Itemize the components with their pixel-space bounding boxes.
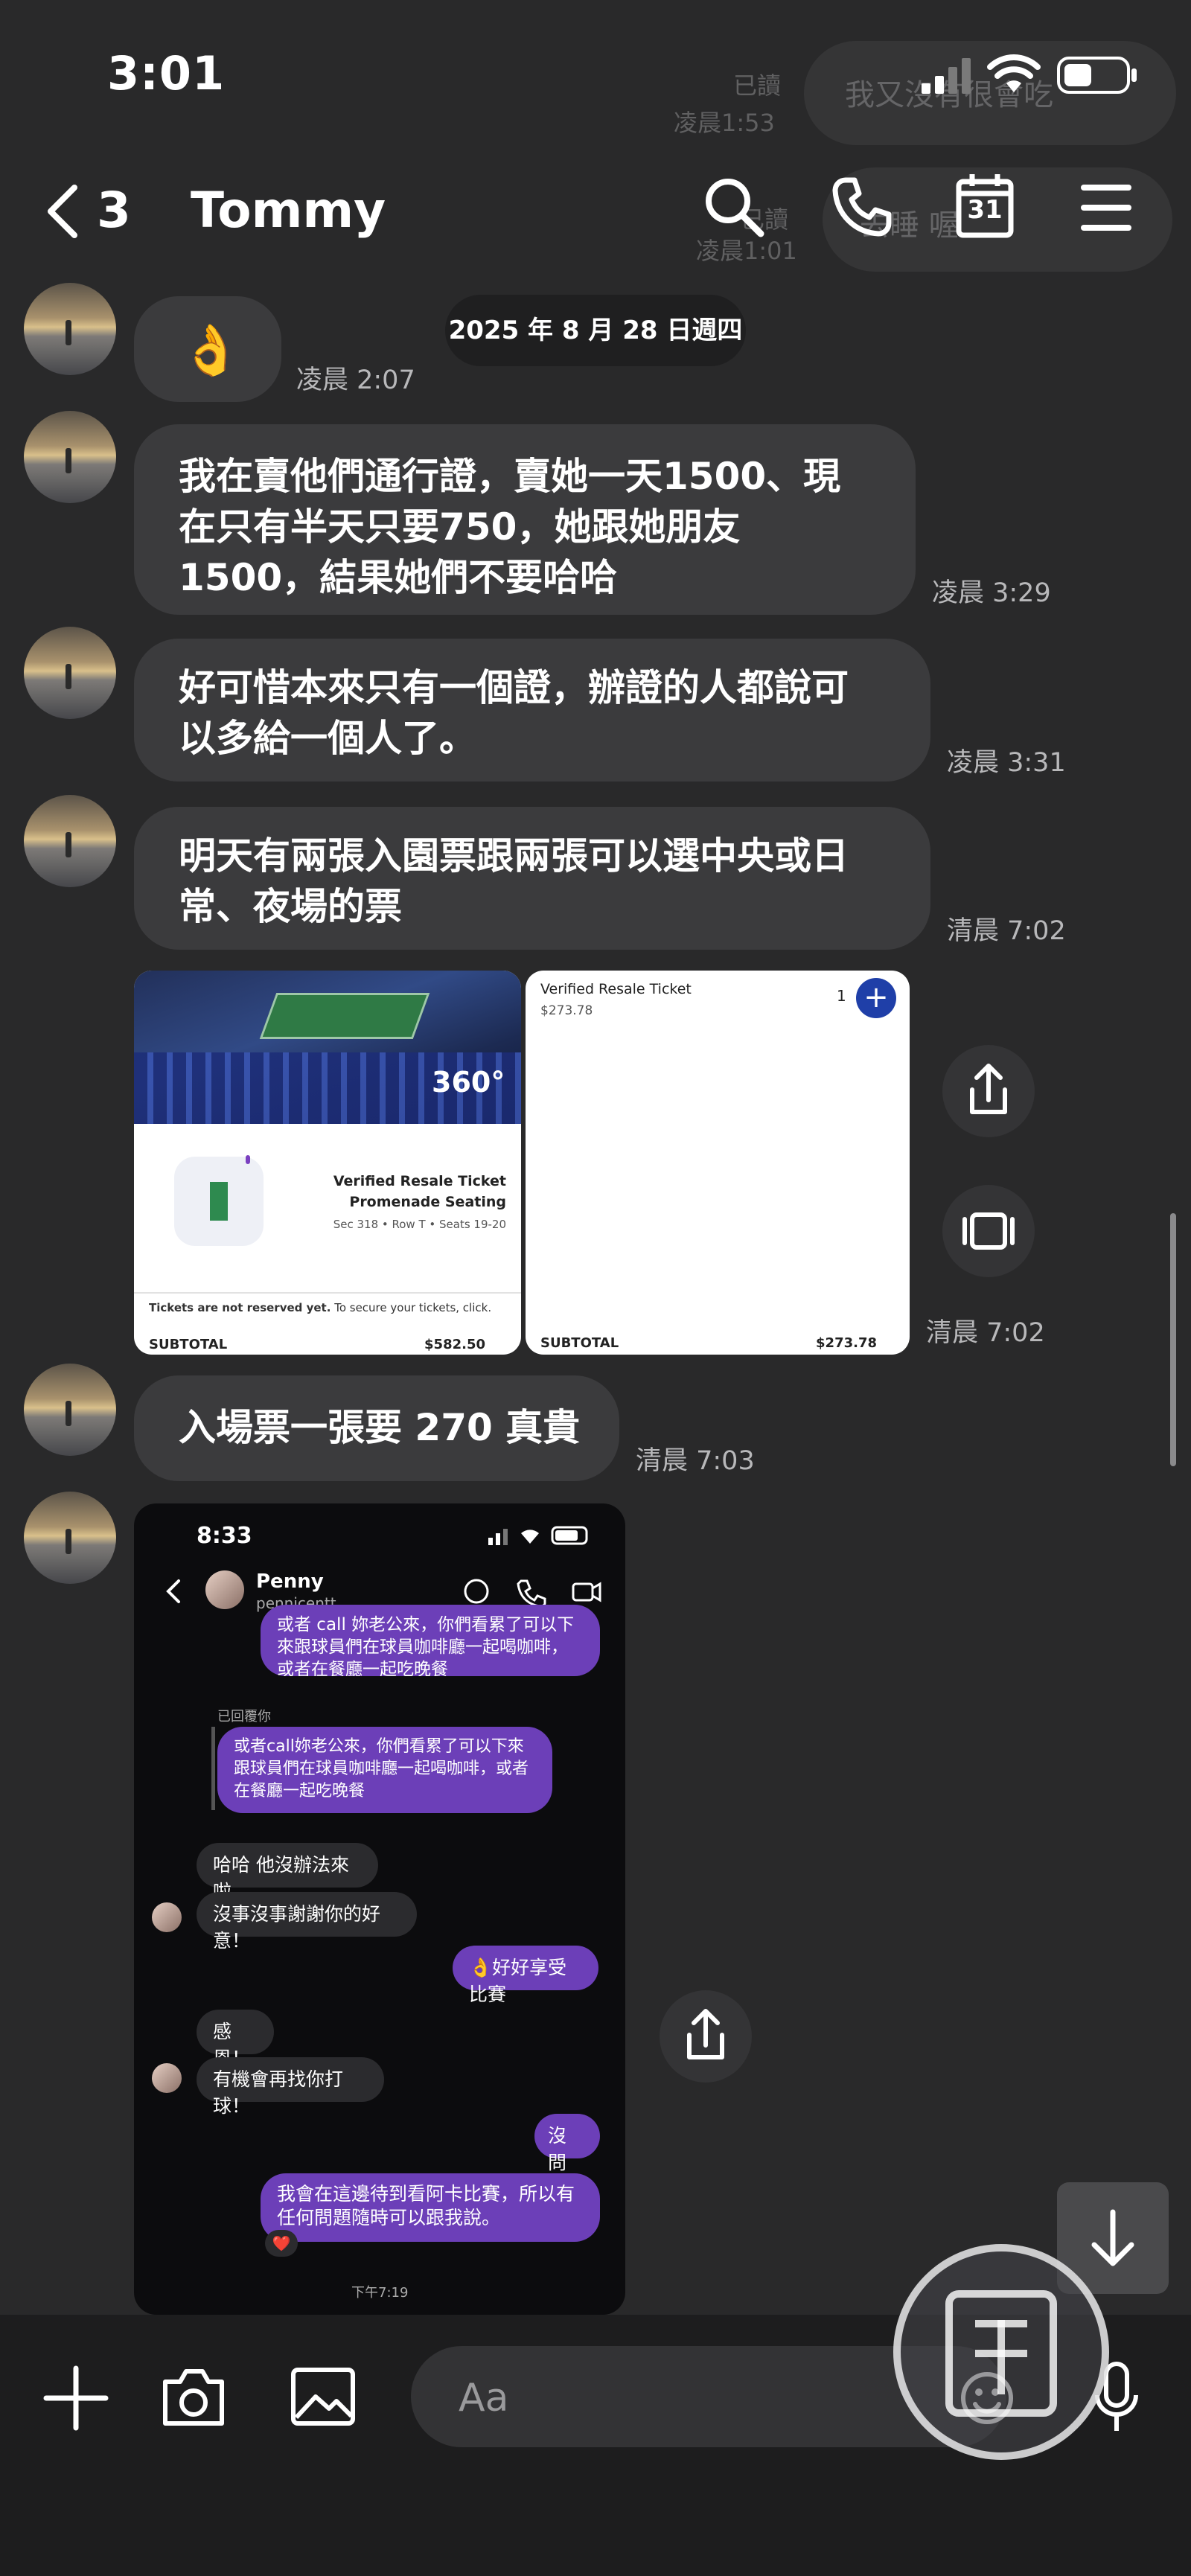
message-text: 入場票一張要 270 真貴 [179,1406,581,1449]
ticket-title: Verified Resale Ticket [333,1173,506,1189]
ticket-section: Promenade Seating [349,1194,506,1210]
message-time: 清晨 7:03 [636,1446,755,1476]
message-bubble[interactable]: 好可惜本來只有一個證，辦證的人都說可 以多給一個人了。 [134,639,930,782]
share-button[interactable] [942,1045,1035,1137]
message-bubble[interactable]: 我在賣他們通行證，賣她一天1500、現 在只有半天只要750，她跟她朋友 150… [134,424,916,615]
message-text: 好可惜本來只有一個證，辦證的人都說可 以多給一個人了。 [179,666,849,760]
embedded-avatar [152,1902,182,1932]
status-time: 3:01 [107,46,226,100]
phone-call-icon[interactable] [831,176,893,238]
embedded-message: 感恩！ [197,2010,274,2069]
contact-name[interactable]: Tommy [191,182,386,239]
embedded-message: 哈哈 他沒辦法來啦 [197,1843,378,1902]
gallery-view-button[interactable] [942,1185,1035,1277]
embedded-footer-time: 下午7:19 [351,2285,409,2301]
avatar[interactable] [24,1492,116,1584]
ticket-price: $273.78 [540,1003,593,1018]
message-text: 明天有兩張入園票跟兩張可以選中央或日 常、夜場的票 [179,834,849,928]
message-bubble[interactable]: 入場票一張要 270 真貴 [134,1375,619,1481]
date-divider: 2025 年 8 月 28 日週四 [445,295,746,366]
calendar-day-number: 31 [967,195,1003,225]
message-time: 凌晨 3:29 [932,578,1051,608]
heart-reaction-icon: ❤️ [265,2230,298,2257]
message-bubble-emoji[interactable]: 👌 [134,296,281,402]
back-chevron-icon[interactable] [43,183,80,240]
embedded-message: 👌好好享受比賽 [453,1946,598,2005]
embedded-message: 沒問題 [534,2114,600,2200]
ticket-screenshot-right[interactable]: Verified Resale Ticket $273.78 1 + SUBTO… [526,971,910,1355]
avatar[interactable] [24,795,116,887]
reservation-notice: Tickets are not reserved yet. To secure … [149,1301,492,1314]
wifi-icon [987,54,1041,95]
plus-icon[interactable] [42,2364,110,2432]
embedded-avatar [205,1570,244,1609]
embedded-message: 我會在這邊待到看阿卡比賽，所以有任何問題隨時可以跟我說。 [261,2173,600,2242]
message-time: 清晨 7:02 [947,916,1066,946]
subtotal-value: $582.50 [424,1337,485,1352]
embedded-contact-name: Penny [256,1570,324,1593]
avatar[interactable] [24,627,116,719]
menu-icon[interactable] [1081,183,1131,232]
ticket-seats: Sec 318 • Row T • Seats 19-20 [333,1218,506,1231]
image-gallery-icon[interactable] [289,2362,357,2431]
seat-map-icon [174,1157,264,1246]
message-bubble[interactable]: 明天有兩張入園票跟兩張可以選中央或日 常、夜場的票 [134,807,930,950]
subtotal-value: $273.78 [816,1335,877,1351]
ok-hand-emoji: 👌 [180,322,242,379]
subtotal-label: SUBTOTAL [149,1337,228,1352]
ticket-title: Verified Resale Ticket [540,981,692,997]
message-time: 凌晨 3:31 [947,748,1066,778]
embedded-chat-screenshot[interactable]: 8:33 Penny pennicentt 或者 call 妳老公來，你們看累了… [134,1503,625,2315]
cellular-signal-icon [922,58,974,94]
ticket-screenshot-left[interactable]: 360° Verified Resale Ticket Promenade Se… [134,971,521,1355]
scrollbar[interactable] [1170,1213,1176,1466]
embedded-replied-label: 已回覆你 [217,1709,271,1725]
embedded-quoted-message: 或者call妳老公來，你們看累了可以下來跟球員們在球員咖啡廳一起喝咖啡，或者在餐… [217,1727,552,1813]
battery-icon [1057,57,1139,94]
embedded-status-time: 8:33 [197,1523,252,1549]
embedded-avatar [152,2063,182,2093]
search-icon[interactable] [703,176,765,238]
avatar[interactable] [24,283,116,375]
embedded-status-icons [488,1524,593,1550]
message-time: 凌晨 2:07 [296,365,415,395]
message-time: 清晨 7:02 [926,1318,1045,1348]
stadium-photo [134,971,521,1124]
unread-count[interactable]: 3 [97,182,131,239]
share-button[interactable] [660,1990,752,2083]
embedded-back-icon [164,1578,182,1608]
watermark-logo [893,2244,1109,2460]
embedded-message: 有機會再找你打球！ [197,2057,384,2117]
avatar[interactable] [24,411,116,503]
embedded-message: 或者 call 妳老公來，你們看累了可以下來跟球員們在球員咖啡廳一起喝咖啡，或者… [261,1605,600,1676]
ticket-quantity: 1 [837,987,846,1005]
avatar[interactable] [24,1364,116,1456]
ghost-read-1: 已讀 [733,71,782,100]
subtotal-label: SUBTOTAL [540,1335,619,1351]
message-text: 我在賣他們通行證，賣她一天1500、現 在只有半天只要750，她跟她朋友 150… [179,455,841,599]
message-input-placeholder[interactable]: Aa [459,2376,508,2420]
add-ticket-plus-icon[interactable]: + [856,978,896,1018]
view-360-badge[interactable]: 360° [432,1066,505,1099]
camera-icon[interactable] [159,2362,228,2431]
embedded-message: 沒事沒事謝謝你的好意！ [197,1892,417,1952]
ghost-time-1: 凌晨1:53 [674,109,775,137]
